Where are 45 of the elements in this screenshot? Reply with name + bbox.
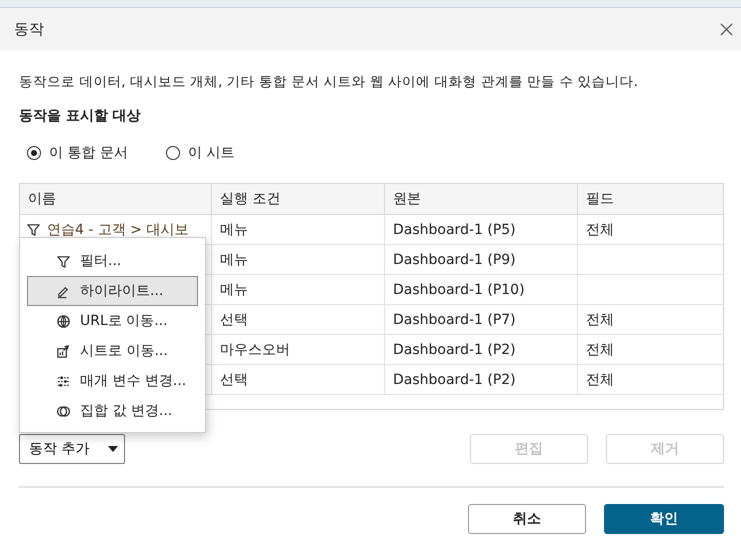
close-icon[interactable] (720, 22, 733, 36)
table-cell: 메뉴 (212, 274, 384, 304)
filter-icon (56, 254, 71, 268)
chart-arrow-icon (56, 344, 71, 358)
table-cell: Dashboard-1 (P5) (384, 214, 578, 244)
caret-icon (108, 446, 118, 452)
table-cell: 메뉴 (212, 214, 384, 244)
table-cell: 마우스오버 (212, 334, 384, 364)
column-header[interactable]: 이름 (20, 184, 212, 214)
sliders-icon (56, 374, 71, 388)
menu-item[interactable]: 시트로 이동... (27, 336, 198, 366)
radio-button[interactable] (166, 146, 180, 160)
table-cell: Dashboard-1 (P2) (384, 364, 578, 394)
table-cell: Dashboard-1 (P7) (384, 304, 578, 334)
add-action-dropdown[interactable]: 동작 추가 (19, 434, 125, 464)
table-cell: Dashboard-1 (P10) (384, 274, 578, 304)
dialog-title: 동작 (14, 20, 44, 38)
radio-label: 이 통합 문서 (49, 144, 128, 162)
table-cell: 선택 (212, 364, 384, 394)
radio-label: 이 시트 (188, 144, 234, 162)
description-text: 동작으로 데이터, 대시보드 개체, 기타 통합 문서 시트와 웹 사이에 대화형 관계를 만들 수 있습니다. (19, 73, 639, 92)
menu-item[interactable]: URL로 이동... (27, 306, 198, 336)
table-cell: Dashboard-1 (P9) (384, 244, 578, 274)
globe-icon (56, 314, 71, 328)
table-cell: 선택 (212, 304, 384, 334)
table-cell: Dashboard-1 (P2) (384, 334, 578, 364)
table-cell[interactable]: 연습4 - 고객 > 대시보 (26, 220, 210, 238)
table-cell: 전체 (578, 334, 723, 364)
menu-item[interactable]: 하이라이트... (27, 276, 198, 306)
ok-button[interactable]: 확인 (604, 504, 724, 534)
menu-item[interactable]: 집합 값 변경... (27, 396, 198, 426)
menu-item[interactable]: 필터... (27, 246, 198, 276)
column-header[interactable]: 필드 (578, 184, 723, 214)
menu-item[interactable]: 매개 변수 변경... (27, 366, 198, 396)
cancel-button[interactable]: 취소 (468, 504, 586, 534)
column-header[interactable]: 실행 조건 (212, 184, 384, 214)
radio-button[interactable] (27, 146, 41, 160)
filter-icon (26, 222, 41, 237)
table-cell: 전체 (578, 364, 723, 394)
table-cell: 메뉴 (212, 244, 384, 274)
section-label: 동작을 표시할 대상 (19, 107, 142, 126)
table-cell: 전체 (578, 214, 723, 244)
column-header[interactable]: 원본 (384, 184, 578, 214)
table-cell: 전체 (578, 304, 723, 334)
set-icon (56, 404, 71, 418)
